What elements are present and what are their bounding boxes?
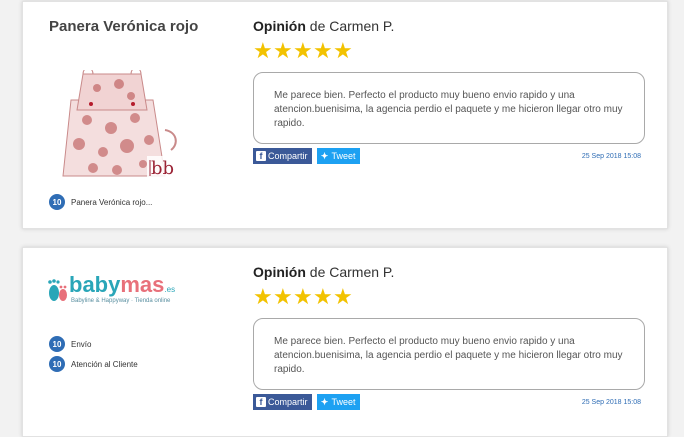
- star-icon: ★: [333, 38, 353, 63]
- review-text-box: Me parece bien. Perfecto el producto muy…: [253, 72, 645, 144]
- review-footer: f Compartir ✦ Tweet 25 Sep 2018 15:08: [253, 148, 645, 164]
- star-icon: ★: [273, 38, 293, 63]
- rating-row: 10 Envío: [49, 336, 138, 352]
- star-icon: ★: [273, 284, 293, 309]
- tweet-button[interactable]: ✦ Tweet: [316, 148, 360, 164]
- rating-label: Envío: [71, 339, 92, 349]
- rating-label: Atención al Cliente: [71, 359, 138, 369]
- star-icon: ★: [313, 284, 333, 309]
- twitter-icon: ✦: [320, 397, 329, 407]
- rating-list: 10 Envío 10 Atención al Cliente: [49, 336, 138, 372]
- facebook-share-button[interactable]: f Compartir: [253, 394, 312, 410]
- opinion-author: de Carmen P.: [309, 18, 395, 34]
- facebook-icon: f: [256, 397, 266, 407]
- star-rating: ★★★★★: [253, 286, 645, 308]
- review-text: Me parece bien. Perfecto el producto muy…: [274, 336, 623, 375]
- logo-part2: mas: [120, 272, 165, 297]
- review-text-box: Me parece bien. Perfecto el producto muy…: [253, 318, 645, 390]
- rating-label[interactable]: Panera Verónica rojo...: [71, 198, 152, 207]
- star-icon: ★: [313, 38, 333, 63]
- star-rating: ★★★★★: [253, 40, 645, 62]
- opinion-column: Opinión de Carmen P. ★★★★★ Me parece bie…: [253, 264, 645, 410]
- review-text: Me parece bien. Perfecto el producto muy…: [274, 90, 623, 129]
- product-column: Panera Verónica rojo: [49, 18, 219, 35]
- twitter-icon: ✦: [320, 151, 329, 161]
- star-icon: ★: [253, 38, 273, 63]
- review-date: 25 Sep 2018 15:08: [581, 152, 641, 160]
- opinion-label: Opinión: [253, 264, 306, 280]
- review-card-product: Panera Verónica rojo bb 10 Panera Veróni: [22, 1, 668, 229]
- rating-row: 10 Atención al Cliente: [49, 356, 138, 372]
- logo-tagline: Babyline & Happyway · Tienda online: [71, 298, 171, 304]
- footprint-icon: [48, 279, 67, 301]
- star-icon: ★: [293, 38, 313, 63]
- logo-wordmark: babymas.es: [69, 272, 175, 298]
- score-badge: 10: [49, 356, 65, 372]
- opinion-heading: Opinión de Carmen P.: [253, 264, 645, 281]
- rating-row: 10 Panera Verónica rojo...: [49, 194, 152, 210]
- star-icon: ★: [253, 284, 273, 309]
- tweet-label: Tweet: [331, 397, 356, 407]
- opinion-heading: Opinión de Carmen P.: [253, 18, 645, 35]
- logo-tld: .es: [164, 285, 176, 294]
- tweet-label: Tweet: [331, 151, 356, 161]
- review-card-store: babymas.es Babyline & Happyway · Tienda …: [22, 247, 668, 437]
- opinion-column: Opinión de Carmen P. ★★★★★ Me parece bie…: [253, 18, 645, 164]
- star-icon: ★: [293, 284, 313, 309]
- facebook-share-button[interactable]: f Compartir: [253, 148, 312, 164]
- product-image[interactable]: bb: [53, 70, 183, 186]
- review-footer: f Compartir ✦ Tweet 25 Sep 2018 15:08: [253, 394, 645, 410]
- opinion-label: Opinión: [253, 18, 306, 34]
- share-label: Compartir: [268, 397, 308, 407]
- tweet-button[interactable]: ✦ Tweet: [316, 394, 360, 410]
- share-label: Compartir: [268, 151, 308, 161]
- opinion-author: de Carmen P.: [309, 264, 395, 280]
- store-logo[interactable]: babymas.es Babyline & Happyway · Tienda …: [47, 272, 187, 306]
- review-date: 25 Sep 2018 15:08: [581, 398, 641, 406]
- svg-text:bb: bb: [151, 158, 174, 179]
- star-icon: ★: [333, 284, 353, 309]
- score-badge: 10: [49, 336, 65, 352]
- product-title[interactable]: Panera Verónica rojo: [49, 18, 219, 35]
- logo-part1: baby: [69, 272, 121, 297]
- rating-list: 10 Panera Verónica rojo...: [49, 194, 152, 210]
- facebook-icon: f: [256, 151, 266, 161]
- score-badge: 10: [49, 194, 65, 210]
